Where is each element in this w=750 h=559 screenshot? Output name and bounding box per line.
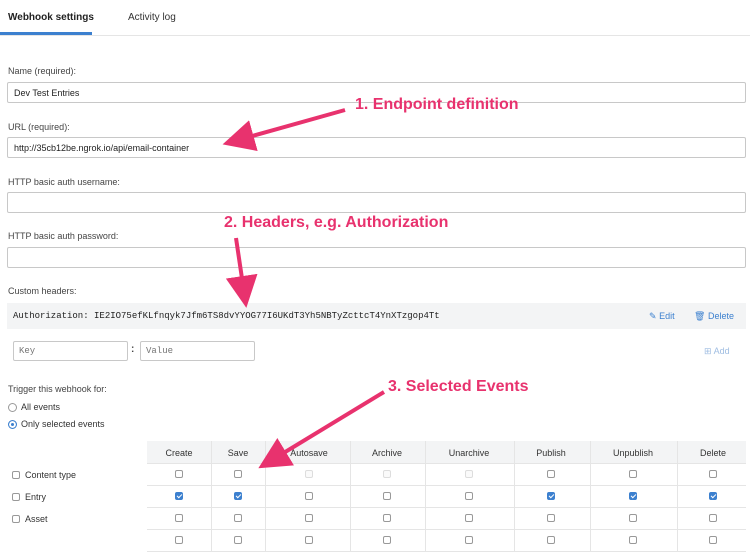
- radio-selected-events[interactable]: Only selected events: [8, 419, 105, 429]
- event-checkbox[interactable]: [547, 514, 555, 522]
- event-checkbox[interactable]: [629, 514, 637, 522]
- row-divider: [147, 507, 746, 508]
- url-input[interactable]: [7, 137, 746, 158]
- column-divider: [350, 441, 351, 551]
- column-header-archive: Archive: [371, 448, 402, 458]
- event-checkbox[interactable]: [175, 514, 183, 522]
- event-checkbox[interactable]: [465, 514, 473, 522]
- column-divider: [425, 441, 426, 551]
- auth-username-label: HTTP basic auth username:: [8, 177, 120, 187]
- radio-label: All events: [21, 402, 61, 412]
- column-divider: [265, 441, 266, 551]
- event-checkbox[interactable]: [629, 470, 637, 478]
- arrow-endpoint: [222, 108, 346, 152]
- event-checkbox[interactable]: [709, 470, 717, 478]
- radio-label: Only selected events: [21, 419, 105, 429]
- auth-password-input[interactable]: [7, 247, 746, 268]
- edit-label: Edit: [659, 311, 675, 321]
- row-label-content-type[interactable]: Content type: [12, 470, 76, 480]
- event-checkbox[interactable]: [383, 536, 391, 544]
- event-checkbox[interactable]: [234, 536, 242, 544]
- annotation-headers: 2. Headers, e.g. Authorization: [224, 214, 449, 231]
- event-checkbox[interactable]: [465, 536, 473, 544]
- row-label-asset[interactable]: Asset: [12, 514, 48, 524]
- event-checkbox[interactable]: [175, 492, 183, 500]
- column-header-publish: Publish: [536, 448, 566, 458]
- column-divider: [211, 441, 212, 551]
- pencil-icon: ✎: [649, 311, 657, 321]
- event-checkbox[interactable]: [383, 492, 391, 500]
- event-checkbox[interactable]: [305, 492, 313, 500]
- event-checkbox[interactable]: [383, 514, 391, 522]
- row-select-checkbox[interactable]: [12, 493, 20, 501]
- custom-header-value: Authorization: IE2IO75efKLfnqyk7Jfm6TS8d…: [13, 311, 440, 321]
- event-checkbox[interactable]: [629, 492, 637, 500]
- column-divider: [590, 441, 591, 551]
- event-checkbox[interactable]: [234, 514, 242, 522]
- annotation-events: 3. Selected Events: [388, 378, 529, 395]
- add-label: Add: [713, 346, 730, 356]
- auth-username-input[interactable]: [7, 192, 746, 213]
- event-checkbox[interactable]: [175, 536, 183, 544]
- event-checkbox[interactable]: [709, 514, 717, 522]
- edit-header-button[interactable]: ✎ Edit: [649, 311, 675, 322]
- event-checkbox[interactable]: [305, 514, 313, 522]
- row-select-checkbox[interactable]: [12, 515, 20, 523]
- column-header-delete: Delete: [699, 448, 726, 458]
- custom-headers-label: Custom headers:: [8, 286, 77, 296]
- tab-webhook-settings[interactable]: Webhook settings: [8, 12, 94, 23]
- event-checkbox[interactable]: [547, 470, 555, 478]
- event-checkbox[interactable]: [234, 470, 242, 478]
- event-checkbox[interactable]: [305, 536, 313, 544]
- delete-header-button[interactable]: 🗑 Delete: [694, 311, 734, 322]
- row-divider: [147, 551, 746, 552]
- row-divider: [147, 529, 746, 530]
- radio-button[interactable]: [8, 402, 17, 412]
- column-header-autosave: Autosave: [290, 448, 328, 458]
- tab-activity-log[interactable]: Activity log: [128, 12, 176, 23]
- auth-password-label: HTTP basic auth password:: [8, 231, 119, 241]
- row-label-text: Content type: [25, 470, 77, 480]
- url-label: URL (required):: [8, 122, 70, 132]
- tab-bar: Webhook settings Activity log: [0, 0, 750, 36]
- event-checkbox[interactable]: [175, 470, 183, 478]
- event-checkbox[interactable]: [547, 536, 555, 544]
- event-checkbox: [383, 470, 391, 478]
- radio-all-events[interactable]: All events: [8, 402, 60, 412]
- column-header-create: Create: [165, 448, 193, 458]
- name-label: Name (required):: [8, 66, 77, 76]
- event-checkbox[interactable]: [709, 536, 717, 544]
- column-header-save: Save: [227, 448, 249, 458]
- delete-label: Delete: [707, 311, 734, 321]
- column-header-unpublish: Unpublish: [612, 448, 654, 458]
- column-divider: [514, 441, 515, 551]
- trigger-label: Trigger this webhook for:: [8, 384, 107, 394]
- event-checkbox[interactable]: [547, 492, 555, 500]
- row-select-checkbox[interactable]: [12, 471, 20, 479]
- trash-icon: 🗑: [694, 311, 706, 321]
- event-checkbox[interactable]: [465, 492, 473, 500]
- key-value-separator: :: [131, 344, 135, 355]
- event-checkbox[interactable]: [234, 492, 242, 500]
- row-label-entry[interactable]: Entry: [12, 492, 46, 502]
- row-divider: [147, 463, 746, 464]
- add-header-button[interactable]: ⊞ Add: [704, 346, 730, 357]
- row-divider: [147, 485, 746, 486]
- header-value-input[interactable]: [140, 341, 255, 361]
- active-tab-indicator: [0, 32, 92, 35]
- radio-button[interactable]: [8, 419, 17, 429]
- plus-square-icon: ⊞: [704, 346, 712, 356]
- row-label-text: Asset: [25, 514, 48, 524]
- column-divider: [677, 441, 678, 551]
- event-checkbox: [305, 470, 313, 478]
- event-checkbox[interactable]: [629, 536, 637, 544]
- row-label-text: Entry: [25, 492, 47, 502]
- header-key-input[interactable]: [13, 341, 128, 361]
- column-header-unarchive: Unarchive: [448, 448, 490, 458]
- event-checkbox[interactable]: [709, 492, 717, 500]
- custom-header-row: Authorization: IE2IO75efKLfnqyk7Jfm6TS8d…: [7, 303, 746, 329]
- annotation-endpoint: 1. Endpoint definition: [355, 96, 519, 113]
- event-checkbox: [465, 470, 473, 478]
